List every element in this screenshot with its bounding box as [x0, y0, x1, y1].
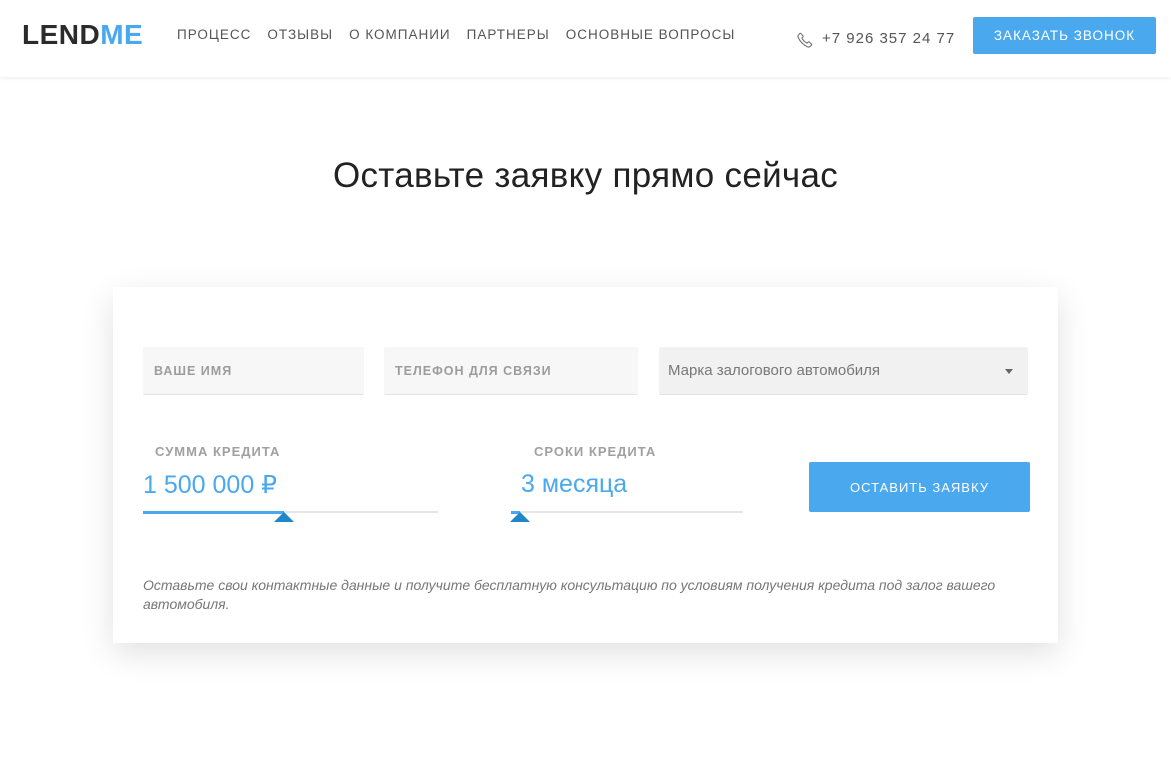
- logo-part-lend: LEND: [22, 19, 101, 50]
- main-nav: ПРОЦЕСС ОТЗЫВЫ О КОМПАНИИ ПАРТНЕРЫ ОСНОВ…: [177, 27, 751, 42]
- car-brand-select-value: Марка залогового автомобиля: [668, 362, 881, 379]
- submit-application-button[interactable]: ОСТАВИТЬ ЗАЯВКУ: [809, 462, 1030, 512]
- phone-input[interactable]: ТЕЛЕФОН ДЛЯ СВЯЗИ: [384, 347, 638, 395]
- nav-reviews[interactable]: ОТЗЫВЫ: [267, 27, 333, 42]
- page-title: Оставьте заявку прямо сейчас: [332, 156, 839, 195]
- chevron-down-icon: [1005, 369, 1013, 374]
- term-label: СРОКИ КРЕДИТА: [534, 444, 657, 459]
- phone-number: +7 926 357 24 77: [822, 29, 956, 47]
- amount-label: СУММА КРЕДИТА: [155, 444, 281, 459]
- phone-icon: [797, 32, 813, 48]
- car-brand-select[interactable]: Марка залогового автомобиля: [659, 347, 1028, 395]
- nav-process[interactable]: ПРОЦЕСС: [177, 27, 251, 42]
- logo-part-me: ME: [100, 19, 144, 50]
- logo[interactable]: LENDME: [22, 19, 143, 51]
- term-value: 3 месяца: [521, 470, 628, 498]
- callback-button[interactable]: ЗАКАЗАТЬ ЗВОНОК: [973, 17, 1156, 54]
- phone-input-placeholder: ТЕЛЕФОН ДЛЯ СВЯЗИ: [395, 363, 552, 378]
- term-slider-track[interactable]: [511, 511, 743, 514]
- nav-partners[interactable]: ПАРТНЕРЫ: [467, 27, 550, 42]
- nav-faq[interactable]: ОСНОВНЫЕ ВОПРОСЫ: [566, 27, 736, 42]
- term-slider-handle[interactable]: [510, 512, 530, 522]
- amount-slider-handle[interactable]: [273, 512, 294, 522]
- site-header: LENDME ПРОЦЕСС ОТЗЫВЫ О КОМПАНИИ ПАРТНЕР…: [0, 0, 1171, 77]
- header-phone[interactable]: +7 926 357 24 77: [796, 27, 955, 49]
- name-input-placeholder: ВАШЕ ИМЯ: [154, 363, 233, 378]
- amount-slider-fill: [143, 511, 284, 514]
- name-input[interactable]: ВАШЕ ИМЯ: [143, 347, 364, 395]
- amount-value: 1 500 000 ₽: [143, 471, 278, 499]
- nav-about[interactable]: О КОМПАНИИ: [349, 27, 451, 42]
- application-form-card: ВАШЕ ИМЯ ТЕЛЕФОН ДЛЯ СВЯЗИ Марка залогов…: [113, 287, 1058, 643]
- form-note: Оставьте свои контактные данные и получи…: [143, 577, 996, 612]
